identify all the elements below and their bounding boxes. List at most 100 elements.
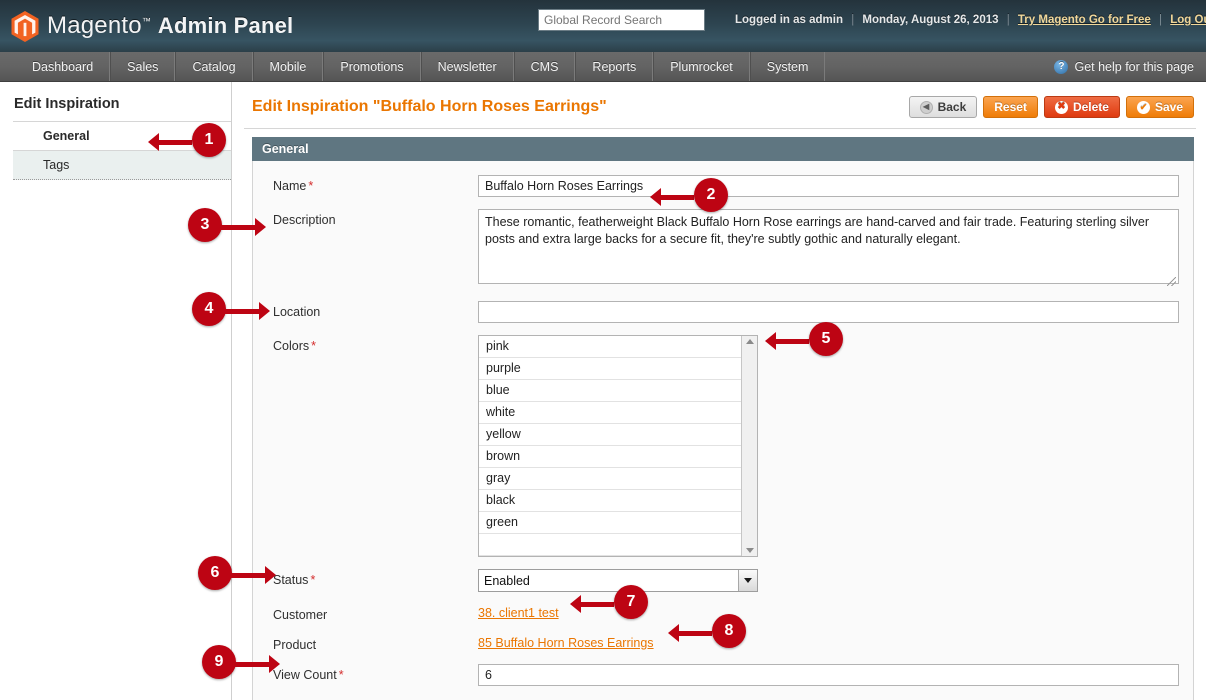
annotation-badge: 1: [192, 123, 226, 157]
colors-option[interactable]: [479, 534, 741, 556]
nav-item-reports[interactable]: Reports: [575, 52, 654, 81]
colors-option[interactable]: purple: [479, 358, 741, 380]
required-marker: *: [308, 179, 314, 193]
header-right-area: Logged in as admin | Monday, August 26, …: [538, 9, 1206, 31]
nav-item-cms[interactable]: CMS: [513, 52, 576, 81]
back-button-label: Back: [937, 100, 967, 114]
field-row-location: Location: [253, 301, 1193, 323]
sidebar-title: Edit Inspiration: [14, 96, 120, 112]
get-help-label: Get help for this page: [1074, 59, 1194, 74]
colors-multiselect[interactable]: pink purple blue white yellow brown gray…: [478, 335, 758, 557]
save-check-circle-icon: ✔: [1136, 100, 1150, 114]
colors-option[interactable]: black: [479, 490, 741, 512]
status-label-text: Status: [273, 573, 309, 587]
view-count-label: View Count *: [273, 664, 478, 682]
annotation-badge: 5: [809, 322, 843, 356]
magento-hex-logo-icon: [11, 10, 39, 42]
sidebar-item-tags[interactable]: Tags: [13, 150, 231, 180]
chevron-down-icon[interactable]: [738, 570, 757, 591]
description-textarea[interactable]: These romantic, featherweight Black Buff…: [478, 209, 1179, 284]
view-count-input[interactable]: [478, 664, 1179, 686]
view-count-label-text: View Count: [273, 668, 337, 682]
back-button[interactable]: ◀ Back: [908, 96, 978, 118]
colors-scrollbar[interactable]: [741, 336, 757, 556]
colors-option[interactable]: green: [479, 512, 741, 534]
location-input[interactable]: [478, 301, 1179, 323]
annotation-badge: 2: [694, 178, 728, 212]
annotation-badge: 8: [712, 614, 746, 648]
header-session-info: Logged in as admin | Monday, August 26, …: [735, 14, 1206, 26]
logout-link[interactable]: Log Out: [1170, 14, 1206, 26]
page-title: Edit Inspiration "Buffalo Horn Roses Ear…: [252, 98, 607, 115]
colors-option[interactable]: yellow: [479, 424, 741, 446]
product-control: 85 Buffalo Horn Roses Earrings: [478, 634, 1179, 652]
product-label: Product: [273, 638, 317, 652]
nav-item-dashboard[interactable]: Dashboard: [16, 52, 111, 81]
general-fieldset: General Name* Description The: [244, 129, 1196, 700]
colors-option[interactable]: blue: [479, 380, 741, 402]
brand-text: Magento™ Admin Panel: [47, 12, 293, 40]
question-circle-icon: ?: [1054, 59, 1069, 74]
colors-option[interactable]: brown: [479, 446, 741, 468]
scroll-up-arrow-icon[interactable]: [745, 339, 754, 344]
global-search-input[interactable]: [538, 9, 705, 31]
try-magento-go-link[interactable]: Try Magento Go for Free: [1018, 14, 1151, 26]
colors-option-list: pink purple blue white yellow brown gray…: [479, 336, 741, 556]
status-selected-value: Enabled: [484, 573, 530, 588]
status-control: Enabled: [478, 569, 1179, 592]
nav-item-plumrocket[interactable]: Plumrocket: [653, 52, 750, 81]
current-date: Monday, August 26, 2013: [862, 14, 999, 26]
product-link[interactable]: 85 Buffalo Horn Roses Earrings: [478, 636, 654, 650]
left-sidebar: Edit Inspiration General Tags: [0, 82, 232, 700]
back-arrow-circle-icon: ◀: [919, 100, 933, 114]
main-navigation: Dashboard Sales Catalog Mobile Promotion…: [0, 52, 1206, 82]
resize-grip-icon[interactable]: [1167, 277, 1176, 286]
name-control: [478, 175, 1179, 197]
colors-label: Colors *: [273, 335, 478, 353]
customer-link[interactable]: 38. client1 test: [478, 606, 559, 620]
page-action-buttons: ◀ Back Reset ✖ Delete ✔ Save: [908, 96, 1194, 118]
app-header: Magento™ Admin Panel Logged in as admin …: [0, 0, 1206, 52]
field-row-view-count: View Count *: [253, 664, 1193, 686]
colors-control: pink purple blue white yellow brown gray…: [478, 335, 1179, 557]
nav-item-newsletter[interactable]: Newsletter: [420, 52, 514, 81]
delete-button[interactable]: ✖ Delete: [1043, 96, 1120, 118]
field-row-colors: Colors * pink purple blue white yellow br…: [253, 335, 1193, 557]
annotation-badge: 7: [614, 585, 648, 619]
nav-item-catalog[interactable]: Catalog: [175, 52, 253, 81]
colors-label-text: Colors: [273, 339, 310, 353]
field-row-description: Description These romantic, featherweigh…: [253, 209, 1193, 289]
delete-button-label: Delete: [1072, 100, 1109, 114]
divider: |: [1159, 14, 1163, 26]
nav-item-mobile[interactable]: Mobile: [252, 52, 324, 81]
reset-button-label: Reset: [994, 100, 1027, 114]
field-row-status: Status * Enabled: [253, 569, 1193, 592]
save-button[interactable]: ✔ Save: [1125, 96, 1194, 118]
get-help-link[interactable]: ? Get help for this page: [1054, 52, 1194, 81]
annotation-badge: 4: [192, 292, 226, 326]
scroll-down-arrow-icon[interactable]: [745, 548, 754, 553]
trademark-symbol: ™: [141, 16, 152, 26]
required-marker: *: [310, 573, 316, 587]
nav-item-system[interactable]: System: [749, 52, 826, 81]
description-control: These romantic, featherweight Black Buff…: [478, 209, 1179, 289]
save-button-label: Save: [1154, 100, 1183, 114]
main-content: Edit Inspiration "Buffalo Horn Roses Ear…: [232, 82, 1206, 700]
required-marker: *: [311, 339, 316, 353]
colors-option[interactable]: gray: [479, 468, 741, 490]
colors-option[interactable]: pink: [479, 336, 741, 358]
status-select[interactable]: Enabled: [478, 569, 758, 592]
annotation-badge: 6: [198, 556, 232, 590]
colors-option[interactable]: white: [479, 402, 741, 424]
name-label: Name *: [273, 175, 478, 193]
location-label: Location: [273, 305, 321, 319]
reset-button[interactable]: Reset: [983, 96, 1038, 118]
magento-logo[interactable]: Magento™ Admin Panel: [10, 10, 293, 43]
divider: |: [851, 14, 855, 26]
nav-item-sales[interactable]: Sales: [110, 52, 176, 81]
nav-item-promotions[interactable]: Promotions: [323, 52, 421, 81]
description-label: Description: [273, 213, 336, 227]
name-input[interactable]: [478, 175, 1179, 197]
content-header: Edit Inspiration "Buffalo Horn Roses Ear…: [244, 82, 1196, 129]
view-count-control: [478, 664, 1179, 686]
